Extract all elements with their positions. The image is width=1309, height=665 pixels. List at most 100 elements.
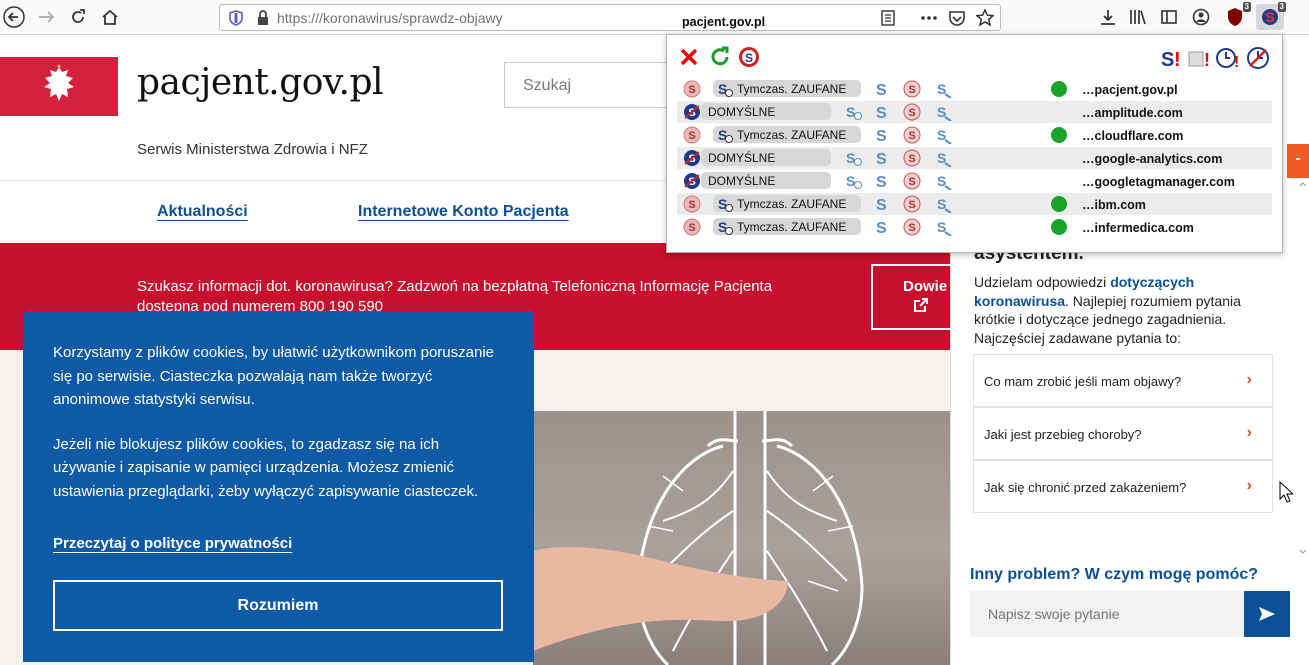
trust-status-label: Tymczas. ZAUFANE [737,219,847,234]
tab-permissions-icon[interactable]: ! [1187,46,1211,70]
custom-s-icon[interactable]: S [935,218,953,236]
svg-text:S: S [908,153,915,165]
custom-s-icon[interactable]: S [935,103,953,121]
noscript-domain: …amplitude.com [1082,106,1183,120]
trust-status-pill[interactable]: S Tymczas. ZAUFANE [713,80,861,97]
faq-item[interactable]: Jaki jest przebieg choroby? › [973,407,1273,460]
faq-item[interactable]: Jak się chronić przed zakażeniem? › [973,460,1273,513]
trusted-s-icon[interactable]: S [873,103,891,121]
nav-ikp[interactable]: Internetowe Konto Pacjenta [358,203,569,221]
custom-s-icon[interactable]: S [935,172,953,190]
chat-scrollbar[interactable] [1297,180,1309,560]
untrusted-s-icon[interactable]: S [903,103,921,121]
trust-status-label: Tymczas. ZAUFANE [737,196,847,211]
noscript-site-row[interactable]: S S Tymczas. ZAUFANE S S S …ibm.com [677,193,1272,215]
faq-item[interactable]: Co mam zrobić jeśli mam objawy? › [973,354,1273,407]
cookie-consent-dialog: Korzystamy z plików cookies, by ułatwić … [23,311,534,662]
search-input[interactable]: Szukaj [504,62,674,108]
page-actions-icon[interactable] [920,10,938,26]
temp-trusted-s-icon: S [718,219,733,235]
bookmark-star-icon[interactable] [976,9,994,27]
svg-text:S: S [876,220,887,236]
reload-button[interactable] [64,4,92,30]
trust-status-pill[interactable]: DOMYŚLNE [701,172,831,189]
trusted-s-icon[interactable]: S [873,149,891,167]
nav-aktualnosci[interactable]: Aktualności [157,203,248,221]
svg-text:S: S [908,84,915,96]
noscript-site-row[interactable]: S S Tymczas. ZAUFANE S S S …pacjent.gov.p… [677,78,1272,100]
gov-logo[interactable] [0,57,118,116]
chat-send-button[interactable] [1244,591,1290,637]
untrusted-s-icon[interactable]: S [903,126,921,144]
custom-s-icon[interactable]: S [935,126,953,144]
trust-status-pill[interactable]: DOMYŚLNE [701,149,831,166]
trust-status-pill[interactable]: S Tymczas. ZAUFANE [713,195,861,212]
svg-text:S: S [846,173,855,189]
noscript-site-row[interactable]: S S Tymczas. ZAUFANE S S S …infermedica.c… [677,216,1272,238]
trust-status-label: DOMYŚLNE [708,104,776,119]
cookie-accept-button[interactable]: Rozumiem [53,580,503,631]
untrusted-s-icon[interactable]: S [903,218,921,236]
temp-trusted-s-icon: S [718,81,733,97]
trusted-s-icon[interactable]: S [873,126,891,144]
privacy-policy-link[interactable]: Przeczytaj o polityce prywatności [53,532,292,556]
secure-lock-icon [1051,196,1067,212]
no-script-disabled-icon: S [683,195,701,213]
url-text[interactable]: https:// pacjent.gov.pl/koronawirus/spraw… [277,10,765,29]
lock-icon[interactable] [256,10,270,26]
temp-trust-s-icon[interactable]: S [845,149,863,167]
temp-trust-s-icon[interactable]: S [845,172,863,190]
account-button[interactable] [1187,4,1215,30]
url-bar[interactable]: https:// pacjent.gov.pl/koronawirus/spraw… [219,4,1001,31]
noscript-button[interactable]: S 3 [1256,2,1286,30]
domain-name: ibm.com [1094,198,1146,212]
trusted-s-icon[interactable]: S [873,195,891,213]
trust-status-pill[interactable]: S Tymczas. ZAUFANE [713,126,861,143]
site-title[interactable]: pacjent.gov.pl [137,62,384,103]
back-button[interactable] [0,4,28,30]
temp-allow-all-clock-icon[interactable]: ! [1215,45,1241,71]
trusted-s-icon[interactable]: S [873,80,891,98]
untrusted-s-icon[interactable]: S [903,149,921,167]
chat-minimize-tab[interactable]: - [1287,144,1309,178]
domain-prefix: … [1082,83,1095,97]
trust-status-pill[interactable]: S Tymczas. ZAUFANE [713,218,861,235]
home-button[interactable] [96,4,124,30]
default-s-icon: S [684,173,700,189]
reader-view-icon[interactable] [880,10,896,26]
home-icon [102,9,118,25]
trusted-s-icon[interactable]: S [873,172,891,190]
noscript-site-row[interactable]: S DOMYŚLNE S S S S …googletagmanager.com [677,170,1272,192]
untrusted-s-icon[interactable]: S [903,172,921,190]
svg-text:S: S [908,176,915,188]
noscript-site-row[interactable]: S DOMYŚLNE S S S S …google-analytics.com [677,147,1272,169]
forward-button[interactable] [32,4,60,30]
no-script-disabled-icon: S [683,80,701,98]
untrusted-s-icon[interactable]: S [903,195,921,213]
trust-status-pill[interactable]: DOMYŚLNE [701,103,831,120]
untrusted-s-icon[interactable]: S [903,80,921,98]
global-enable-icon[interactable]: S! [1159,46,1183,70]
close-icon[interactable] [679,47,699,67]
library-button[interactable] [1124,4,1152,30]
banner-more-button[interactable]: Dowie [871,264,950,330]
pocket-icon[interactable] [948,9,966,27]
ublock-button[interactable]: 3 [1221,2,1251,30]
tracking-shield-icon[interactable] [228,10,244,26]
reload-icon[interactable] [709,46,731,68]
domain-prefix: … [1082,198,1095,212]
revoke-temp-clock-icon[interactable] [1246,45,1272,71]
noscript-site-row[interactable]: S S Tymczas. ZAUFANE S S S …cloudflare.co… [677,124,1272,146]
temp-trust-s-icon[interactable]: S [845,103,863,121]
custom-s-icon[interactable]: S [935,195,953,213]
noscript-options-icon[interactable]: S [737,45,761,69]
chat-question-input[interactable] [970,591,1244,637]
downloads-button[interactable] [1094,4,1122,30]
sidebar-button[interactable] [1155,4,1183,30]
faq-question: Co mam zrobić jeśli mam objawy? [984,374,1182,389]
trusted-s-icon[interactable]: S [873,218,891,236]
svg-text:S: S [876,128,887,144]
custom-s-icon[interactable]: S [935,80,953,98]
noscript-site-row[interactable]: S DOMYŚLNE S S S S …amplitude.com [677,101,1272,123]
custom-s-icon[interactable]: S [935,149,953,167]
